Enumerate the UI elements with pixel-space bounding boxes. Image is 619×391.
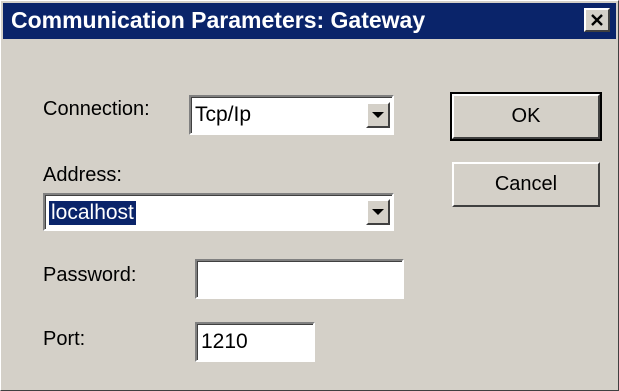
- chevron-down-icon: [372, 209, 384, 215]
- connection-label: Connection:: [43, 98, 150, 120]
- ok-button-label: OK: [511, 105, 541, 127]
- address-dropdown-button[interactable]: [366, 199, 390, 225]
- port-value: 1210: [201, 330, 248, 353]
- connection-dropdown-button[interactable]: [366, 102, 390, 128]
- password-field[interactable]: [195, 259, 404, 299]
- chevron-down-icon: [372, 112, 384, 118]
- dialog-window: Communication Parameters: Gateway Connec…: [0, 0, 619, 391]
- address-combobox[interactable]: localhost: [43, 193, 394, 231]
- cancel-button[interactable]: Cancel: [452, 162, 600, 207]
- window-title: Communication Parameters: Gateway: [11, 7, 426, 33]
- address-label: Address:: [43, 164, 122, 186]
- cancel-button-label: Cancel: [494, 173, 558, 195]
- port-field[interactable]: 1210: [195, 322, 315, 362]
- port-label: Port:: [43, 328, 86, 350]
- connection-select[interactable]: Tcp/Ip: [189, 95, 394, 135]
- address-value: localhost: [48, 200, 137, 226]
- close-button[interactable]: [584, 8, 610, 32]
- ok-button[interactable]: OK: [450, 92, 602, 141]
- close-icon: [591, 14, 603, 26]
- connection-value: Tcp/Ip: [195, 103, 252, 126]
- title-bar[interactable]: Communication Parameters: Gateway: [3, 3, 616, 39]
- password-label: Password:: [43, 264, 137, 286]
